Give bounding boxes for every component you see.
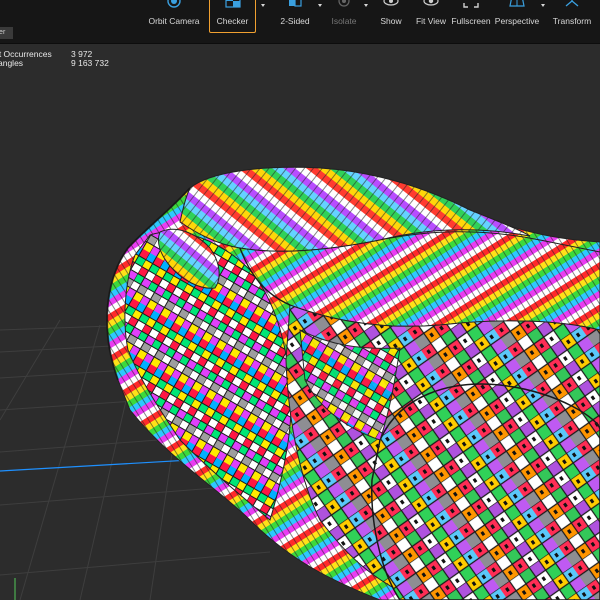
- orbit-camera-button[interactable]: Orbit Camera: [144, 0, 204, 33]
- transform-icon: [565, 0, 579, 7]
- perspective-dropdown-icon[interactable]: [541, 4, 545, 7]
- isolate-dropdown-icon[interactable]: [364, 4, 368, 7]
- toolbar: Orbit Camera Checker 2-Sided Isolate Sho…: [0, 0, 600, 44]
- fit-view-button[interactable]: Fit View: [414, 0, 448, 33]
- car-front-wheel: [370, 383, 600, 600]
- perspective-button[interactable]: Perspective: [495, 0, 539, 33]
- two-sided-icon: [289, 0, 302, 7]
- fullscreen-button[interactable]: Fullscreen: [451, 0, 491, 33]
- show-icon: [383, 0, 399, 6]
- 3d-viewport[interactable]: [0, 44, 600, 600]
- checker-button[interactable]: Checker: [209, 0, 256, 33]
- two-sided-dropdown-icon[interactable]: [318, 4, 322, 7]
- show-button[interactable]: Show: [376, 0, 406, 33]
- checker-icon: [224, 0, 241, 8]
- transform-button[interactable]: Transform: [552, 0, 592, 33]
- isolate-icon: [338, 0, 350, 7]
- isolate-button[interactable]: Isolate: [327, 0, 361, 33]
- checker-dropdown-icon[interactable]: [261, 4, 265, 7]
- orbit-camera-icon: [167, 0, 181, 8]
- triangles-value: 9 163 732: [71, 58, 109, 68]
- two-sided-button[interactable]: 2-Sided: [275, 0, 315, 33]
- app-window: Orbit Camera Checker 2-Sided Isolate Sho…: [0, 0, 600, 600]
- fit-view-icon: [423, 0, 439, 6]
- fullscreen-icon: [463, 3, 479, 8]
- viewer-tab[interactable]: wer: [0, 27, 13, 39]
- perspective-icon: [509, 0, 525, 7]
- car-model[interactable]: [106, 166, 600, 600]
- triangles-label: angles: [0, 58, 24, 68]
- viewport-canvas[interactable]: [0, 44, 600, 600]
